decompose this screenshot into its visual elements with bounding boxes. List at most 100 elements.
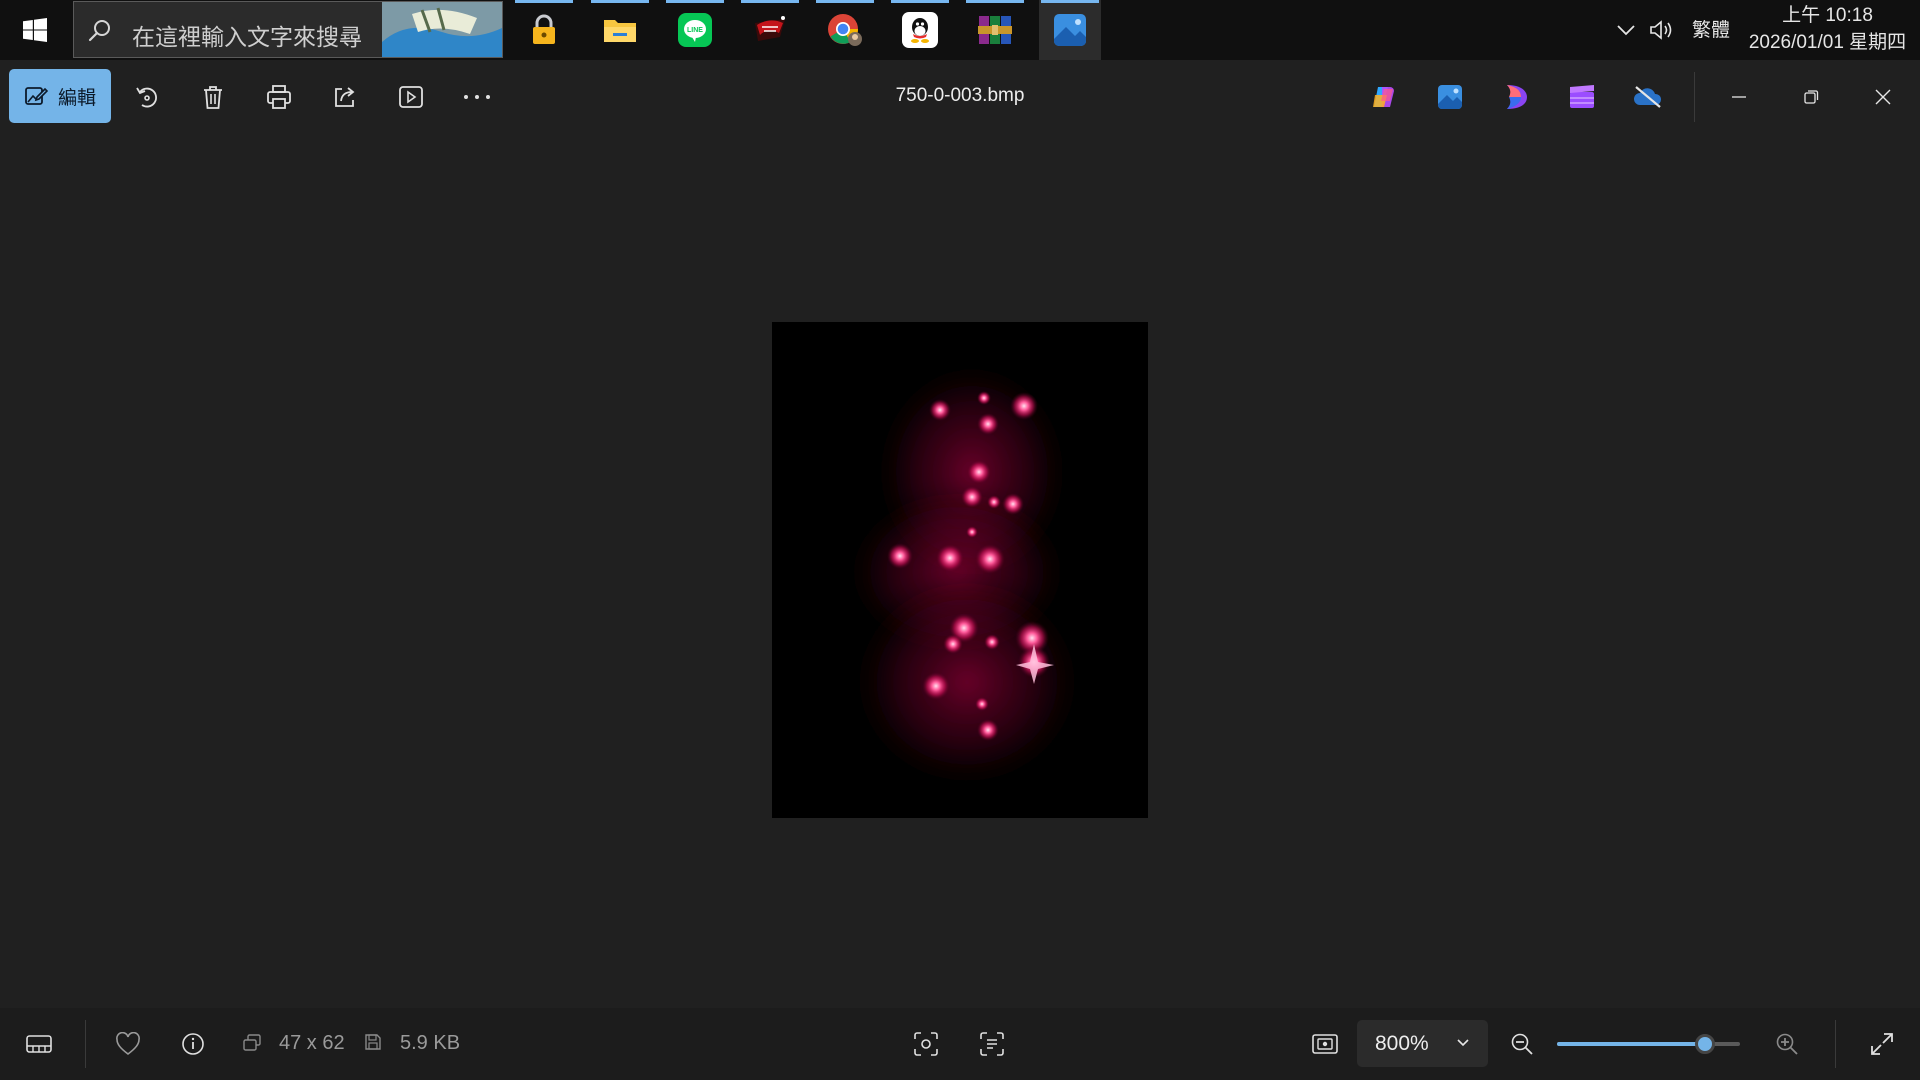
clock-time: 上午 10:18	[1782, 5, 1873, 26]
toolbar-divider	[1694, 72, 1695, 122]
video-editor-button[interactable]	[1562, 77, 1602, 117]
minimize-button[interactable]	[1716, 74, 1762, 120]
running-indicator	[891, 0, 949, 3]
start-button[interactable]	[0, 0, 70, 60]
scan-text-button[interactable]	[972, 1024, 1012, 1064]
zoom-in-icon	[1776, 1033, 1798, 1055]
running-indicator	[1041, 0, 1099, 3]
displayed-photo	[772, 322, 1148, 818]
line-app-icon: LINE	[678, 13, 712, 47]
photos-toolbar: 編輯 750-0-003.bmp	[0, 60, 1920, 135]
file-info-button[interactable]	[173, 1024, 213, 1064]
image-dimensions: 47 x 62	[279, 1032, 345, 1054]
trash-icon	[204, 86, 222, 109]
clipchamp-icon	[1507, 85, 1527, 109]
filmstrip-icon	[26, 1035, 52, 1053]
taskbar-app-line[interactable]: LINE	[664, 0, 726, 60]
filmstrip-toggle-button[interactable]	[19, 1024, 59, 1064]
game-app-icon	[755, 16, 785, 41]
rotate-icon	[136, 87, 157, 108]
copilot-icon	[1373, 87, 1394, 107]
share-button[interactable]	[323, 75, 367, 119]
status-divider	[85, 1020, 86, 1068]
edit-button-label: 編輯	[57, 87, 96, 109]
show-hidden-icons-chevron-icon[interactable]	[1615, 18, 1637, 42]
taskbar-app-winrar[interactable]	[964, 0, 1026, 60]
zoom-in-button[interactable]	[1767, 1024, 1807, 1064]
close-button[interactable]	[1860, 74, 1906, 120]
file-size-save-icon	[365, 1034, 381, 1050]
search-icon	[88, 20, 110, 42]
running-indicator	[591, 0, 649, 3]
printer-icon	[267, 85, 291, 109]
taskbar-app-chrome[interactable]	[814, 0, 876, 60]
running-indicator	[515, 0, 573, 3]
winrar-icon	[978, 16, 1012, 44]
system-clock[interactable]: 上午 10:18 2026/01/01 星期四	[1740, 2, 1915, 56]
delete-button[interactable]	[191, 75, 235, 119]
search-placeholder: 在這裡輸入文字來搜尋	[132, 24, 362, 50]
full-screen-button[interactable]	[1862, 1024, 1902, 1064]
taskbar-search-box[interactable]: 在這裡輸入文字來搜尋	[73, 1, 503, 58]
photos-shortcut-button[interactable]	[1430, 77, 1470, 117]
image-canvas[interactable]	[0, 135, 1920, 1008]
minimize-icon	[1732, 96, 1746, 98]
file-name-title: 750-0-003.bmp	[895, 85, 1025, 106]
running-indicator	[816, 0, 874, 3]
visual-search-icon	[914, 1032, 938, 1056]
more-dots-icon	[464, 95, 490, 99]
edit-button[interactable]: 編輯	[9, 69, 111, 123]
actual-size-button[interactable]	[1305, 1024, 1345, 1064]
copilot-button[interactable]	[1364, 77, 1404, 117]
zoom-level-dropdown[interactable]: 800%	[1357, 1020, 1488, 1067]
chrome-icon	[828, 14, 862, 46]
taskbar-app-qq[interactable]	[889, 0, 951, 60]
favorite-button[interactable]	[108, 1024, 148, 1064]
zoom-out-button[interactable]	[1502, 1024, 1542, 1064]
input-method-indicator[interactable]: 繁體	[1692, 15, 1730, 42]
heart-icon	[116, 1032, 140, 1056]
status-divider	[1835, 1020, 1836, 1068]
zoom-slider-thumb[interactable]	[1695, 1034, 1716, 1054]
print-button[interactable]	[257, 75, 301, 119]
restore-button[interactable]	[1788, 74, 1834, 120]
taskbar-app-lock[interactable]	[513, 0, 575, 60]
taskbar: 在這裡輸入文字來搜尋 LINE 繁體 上午 10:18 2026/01/01 星…	[0, 0, 1920, 60]
taskbar-app-game[interactable]	[739, 0, 801, 60]
actual-size-icon	[1312, 1034, 1338, 1054]
windows-logo-icon	[23, 18, 47, 42]
running-indicator	[741, 0, 799, 3]
scan-text-icon	[980, 1032, 1004, 1056]
file-size: 5.9 KB	[400, 1032, 461, 1054]
taskbar-app-photos[interactable]	[1039, 0, 1101, 60]
lock-app-icon	[533, 14, 555, 44]
clipchamp-button[interactable]	[1496, 77, 1536, 117]
restore-icon	[1804, 90, 1819, 104]
visual-search-button[interactable]	[906, 1024, 946, 1064]
zoom-level-value: 800%	[1375, 1031, 1429, 1055]
volume-icon[interactable]	[1648, 18, 1674, 42]
more-options-button[interactable]	[455, 75, 499, 119]
running-indicator	[966, 0, 1024, 3]
zoom-slider[interactable]	[1557, 1034, 1740, 1054]
photos-app-icon	[1054, 14, 1086, 46]
taskbar-app-file-explorer[interactable]	[589, 0, 651, 60]
share-icon	[335, 87, 355, 107]
zoom-out-icon	[1511, 1033, 1533, 1055]
full-screen-expand-icon	[1871, 1033, 1893, 1055]
file-explorer-icon	[604, 20, 636, 42]
search-highlight-illustration	[382, 2, 502, 57]
slideshow-play-icon	[399, 86, 423, 108]
pink-light-points-image	[772, 322, 1148, 818]
zoom-slider-fill	[1557, 1042, 1706, 1046]
info-icon	[182, 1033, 204, 1055]
photos-icon	[1438, 85, 1462, 109]
image-dimensions-icon	[243, 1034, 261, 1051]
running-indicator	[666, 0, 724, 3]
rotate-button[interactable]	[125, 75, 169, 119]
slideshow-button[interactable]	[389, 75, 433, 119]
onedrive-off-icon	[1634, 86, 1662, 108]
svg-text:LINE: LINE	[687, 27, 703, 34]
chevron-down-icon	[1457, 1039, 1469, 1047]
onedrive-button[interactable]	[1628, 77, 1668, 117]
